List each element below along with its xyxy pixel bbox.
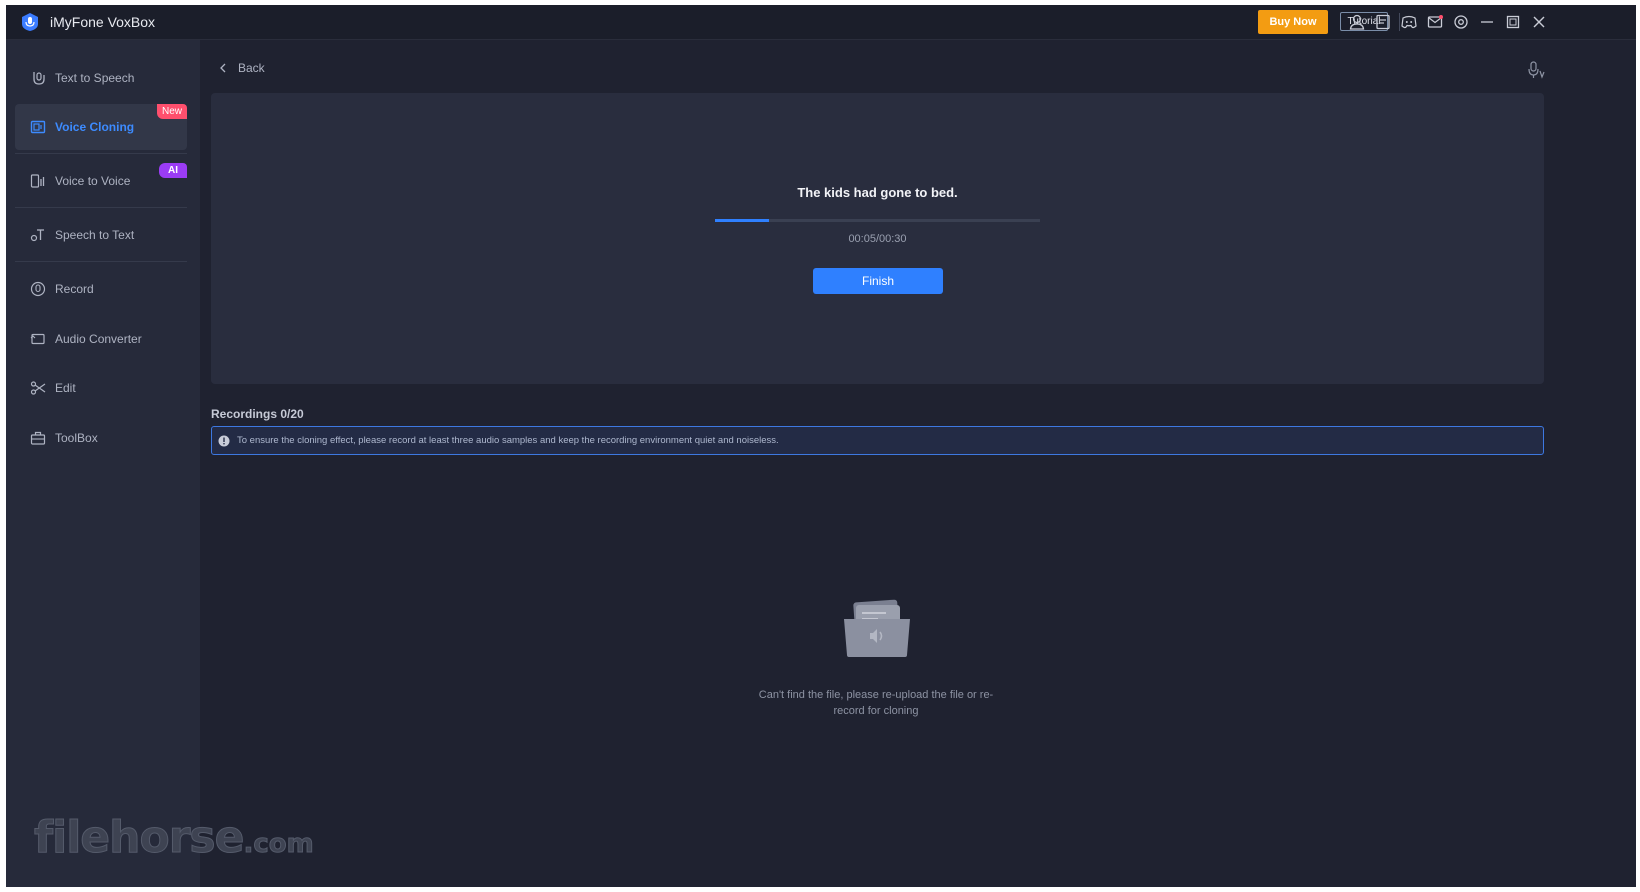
voice-cloning-icon [29,118,47,136]
toolbox-icon [29,429,47,447]
prompt-sentence: The kids had gone to bed. [797,185,958,200]
recording-progress-fill [715,219,770,222]
recording-progress-bar [715,219,1040,222]
sidebar-item-label: Voice to Voice [55,174,131,188]
recordings-count: Recordings 0/20 [211,407,304,421]
notice-text: To ensure the cloning effect, please rec… [237,435,779,446]
app-logo-icon [22,13,38,31]
recording-time: 00:05/00:30 [848,233,907,245]
microphone-settings-icon[interactable] [1526,60,1546,80]
voice-to-voice-icon [29,172,47,190]
sidebar-item-audio-converter[interactable]: Audio Converter [15,316,187,362]
title-bar: iMyFone VoxBox Buy Now Tutorial [6,5,1636,40]
sidebar-item-text-to-speech[interactable]: Text to Speech [15,55,187,101]
info-notice: To ensure the cloning effect, please rec… [211,426,1544,455]
sidebar-divider [15,261,187,262]
sidebar-item-toolbox[interactable]: ToolBox [15,415,187,461]
mail-icon[interactable] [1426,13,1444,31]
back-label: Back [238,61,265,75]
filehorse-watermark: filehorse.com [33,812,314,864]
sidebar-item-label: ToolBox [55,431,98,445]
sidebar-item-label: Audio Converter [55,332,142,346]
sidebar-item-voice-cloning[interactable]: Voice Cloning New [15,104,187,150]
sidebar-item-label: Text to Speech [55,71,135,85]
sidebar-item-speech-to-text[interactable]: Speech to Text [15,212,187,258]
new-badge: New [156,104,187,119]
sidebar-item-record[interactable]: Record [15,266,187,312]
recording-panel: The kids had gone to bed. 00:05/00:30 Fi… [211,93,1544,384]
speech-to-text-icon [29,226,47,244]
sidebar-item-label: Speech to Text [55,228,135,242]
sidebar-item-label: Edit [55,381,76,395]
discord-icon[interactable] [1400,13,1418,31]
app-window: iMyFone VoxBox Buy Now Tutorial Text to … [6,5,1636,887]
sidebar-item-label: Voice Cloning [55,120,135,134]
info-icon [218,435,230,446]
empty-state-message: Can't find the file, please re-upload th… [758,689,994,717]
settings-icon[interactable] [1452,13,1470,31]
sidebar-item-voice-to-voice[interactable]: Voice to Voice AI [15,158,187,204]
sidebar-divider [15,207,187,208]
ai-badge: AI [159,163,187,178]
scissors-icon [29,379,47,397]
user-icon[interactable] [1348,13,1366,31]
back-button[interactable]: Back [216,61,265,75]
sidebar-item-edit[interactable]: Edit [15,365,187,411]
text-to-speech-icon [29,69,47,87]
empty-folder-icon [844,599,910,657]
app-title: iMyFone VoxBox [50,14,156,30]
record-icon [29,280,47,298]
finish-button[interactable]: Finish [813,268,943,294]
sidebar-item-label: Record [55,282,94,296]
maximize-icon[interactable] [1504,13,1522,31]
audio-converter-icon [29,330,47,348]
sidebar: Text to Speech Voice Cloning New Voice t… [6,40,314,887]
close-icon[interactable] [1530,13,1548,31]
buy-now-button[interactable]: Buy Now [1258,10,1328,34]
sidebar-divider [15,153,187,154]
chevron-left-icon [220,63,226,73]
minimize-icon[interactable] [1478,13,1496,31]
feedback-icon[interactable] [1374,13,1392,31]
